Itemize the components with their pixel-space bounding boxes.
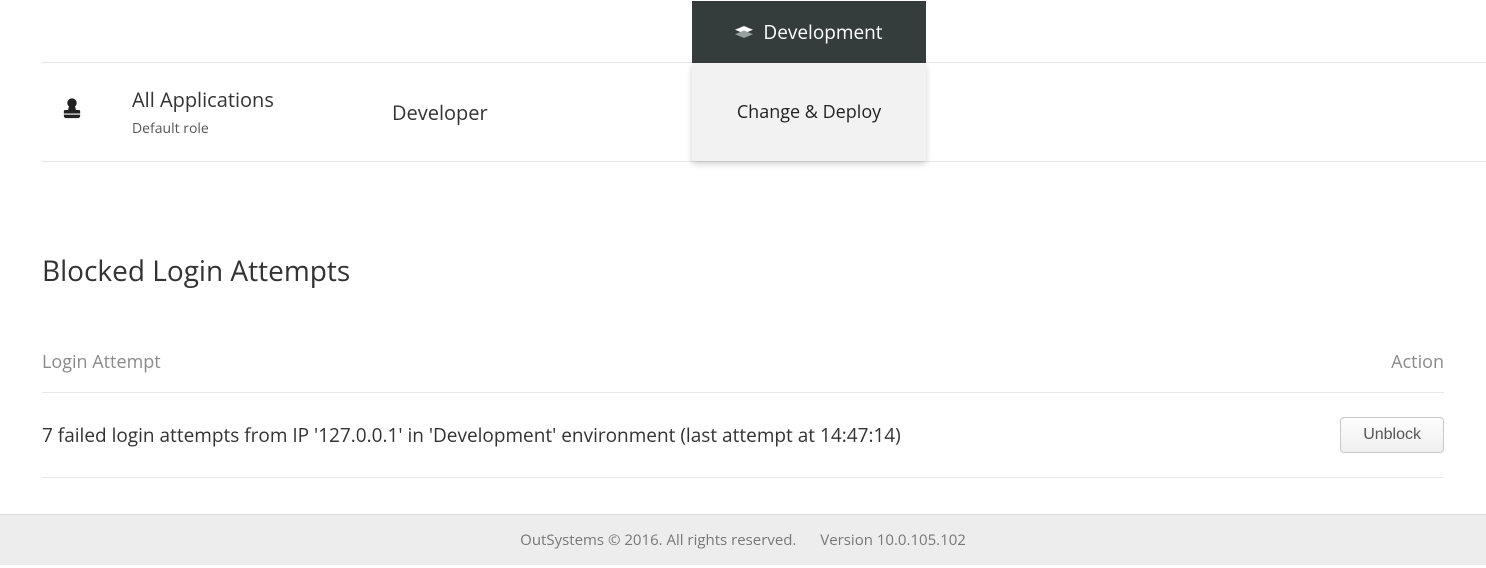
application-scope-subtitle: Default role <box>132 119 392 138</box>
footer-version: Version 10.0.105.102 <box>820 530 966 550</box>
environment-name: Development <box>763 19 882 45</box>
role-name: Developer <box>392 63 692 161</box>
blocked-attempts-table-header: Login Attempt Action <box>42 350 1444 393</box>
role-icon-cell <box>42 63 102 161</box>
blocked-attempt-text: 7 failed login attempts from IP '127.0.0… <box>42 422 901 448</box>
stack-icon <box>735 26 753 38</box>
unblock-button[interactable]: Unblock <box>1340 417 1444 453</box>
user-stamp-icon <box>58 96 86 129</box>
environment-permission-label: Change & Deploy <box>737 100 881 124</box>
col-header-login-attempt: Login Attempt <box>42 350 161 374</box>
application-scope-title: All Applications <box>132 86 392 113</box>
application-scope-cell: All Applications Default role <box>102 63 392 161</box>
footer-copyright: OutSystems © 2016. All rights reserved. <box>520 530 796 550</box>
blocked-attempt-row: 7 failed login attempts from IP '127.0.0… <box>42 393 1444 478</box>
blocked-attempts-heading: Blocked Login Attempts <box>42 252 1444 290</box>
col-header-action: Action <box>1391 350 1444 374</box>
role-permissions-row: All Applications Default role Developer … <box>42 62 1486 162</box>
page-footer: OutSystems © 2016. All rights reserved. … <box>0 514 1486 565</box>
environment-panel: Development Change & Deploy <box>692 63 926 161</box>
environment-permission[interactable]: Change & Deploy <box>692 63 926 161</box>
environment-header: Development <box>692 1 926 63</box>
